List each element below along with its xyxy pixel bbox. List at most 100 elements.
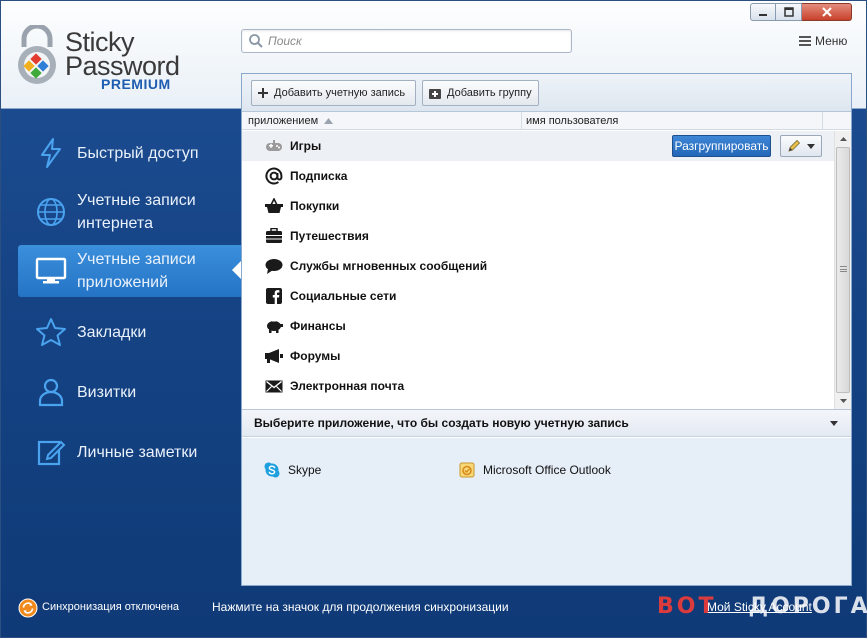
minimize-button[interactable] bbox=[750, 3, 776, 21]
list-item[interactable]: Путешествия bbox=[242, 221, 834, 251]
hamburger-icon bbox=[799, 36, 811, 46]
plus-icon bbox=[258, 88, 268, 98]
app-skype-label: Skype bbox=[288, 463, 322, 477]
app-outlook-label: Microsoft Office Outlook bbox=[483, 463, 611, 477]
scroll-up-button[interactable] bbox=[835, 131, 851, 147]
list-item-label: Социальные сети bbox=[290, 289, 397, 303]
column-application-label: приложением bbox=[248, 115, 319, 127]
sticky-password-window: Sticky Password PREMIUM Меню bbox=[0, 0, 867, 638]
star-icon bbox=[34, 315, 68, 349]
group-list: Игры Разгруппировать Подписка Покупки Пу… bbox=[242, 131, 834, 409]
my-account-link[interactable]: Мой Sticky Account bbox=[707, 600, 812, 614]
sidebar-item-quick-access[interactable]: Быстрый доступ bbox=[18, 127, 241, 179]
sidebar-item-identities[interactable]: Визитки bbox=[18, 366, 241, 418]
close-button[interactable] bbox=[802, 3, 852, 21]
list-item-label: Покупки bbox=[290, 199, 340, 213]
sidebar-item-label: Учетные записи интернета bbox=[77, 192, 196, 232]
list-item[interactable]: Электронная почта bbox=[242, 371, 834, 401]
sidebar-item-label: Учетные записи приложений bbox=[77, 251, 196, 291]
add-group-label: Добавить группу bbox=[447, 87, 532, 99]
edit-menu-button[interactable] bbox=[780, 135, 822, 157]
skype-icon bbox=[264, 462, 280, 478]
sidebar-item-app-accounts[interactable]: Учетные записи приложений bbox=[18, 245, 241, 297]
column-username-label: имя пользователя bbox=[526, 115, 619, 127]
menu-button[interactable]: Меню bbox=[799, 32, 847, 50]
search-box[interactable] bbox=[241, 29, 572, 53]
column-separator[interactable] bbox=[822, 112, 823, 130]
gamepad-icon bbox=[265, 137, 283, 155]
list-item-label: Путешествия bbox=[290, 229, 369, 243]
logo-lock-icon bbox=[18, 25, 56, 84]
envelope-icon bbox=[265, 377, 283, 395]
ungroup-button[interactable]: Разгруппировать bbox=[672, 135, 771, 157]
person-icon bbox=[34, 375, 68, 409]
minimize-icon bbox=[759, 14, 767, 16]
sidebar-item-web-accounts[interactable]: Учетные записи интернета bbox=[18, 186, 241, 238]
list-item-label: Форумы bbox=[290, 349, 341, 363]
main-panel: Добавить учетную запись Добавить группу … bbox=[241, 73, 852, 586]
note-icon bbox=[34, 435, 68, 469]
at-icon bbox=[265, 167, 283, 185]
list-item[interactable]: Социальные сети bbox=[242, 281, 834, 311]
list-item[interactable]: Форумы bbox=[242, 341, 834, 371]
arrow-down-icon bbox=[839, 399, 847, 403]
arrow-up-icon bbox=[839, 137, 847, 141]
window-controls bbox=[750, 3, 854, 23]
column-application[interactable]: приложением bbox=[248, 115, 334, 127]
search-icon bbox=[249, 34, 263, 48]
vertical-scrollbar[interactable] bbox=[834, 131, 851, 409]
scrollbar-grip-icon bbox=[840, 266, 847, 272]
sync-icon[interactable] bbox=[18, 598, 38, 618]
close-icon bbox=[821, 7, 832, 17]
sidebar-item-label: Быстрый доступ bbox=[77, 144, 199, 162]
sidebar-item-label: Личные заметки bbox=[77, 443, 198, 461]
suitcase-icon bbox=[265, 227, 283, 245]
scrollbar-thumb[interactable] bbox=[836, 147, 850, 393]
monitor-icon bbox=[34, 254, 68, 288]
menu-label: Меню bbox=[815, 34, 848, 48]
toolbar: Добавить учетную запись Добавить группу bbox=[242, 74, 851, 112]
list-item[interactable]: Покупки bbox=[242, 191, 834, 221]
list-item-label: Финансы bbox=[290, 319, 346, 333]
sidebar-item-label: Закладки bbox=[77, 323, 147, 341]
basket-icon bbox=[265, 197, 283, 215]
column-separator[interactable] bbox=[521, 112, 522, 130]
list-item-label: Электронная почта bbox=[290, 379, 405, 393]
column-header: приложением имя пользователя bbox=[242, 112, 851, 130]
footer: Синхронизация отключена Нажмите на значо… bbox=[1, 590, 867, 638]
chevron-down-icon bbox=[830, 421, 838, 426]
list-item-label: Службы мгновенных сообщений bbox=[290, 259, 488, 273]
app-outlook[interactable]: Microsoft Office Outlook bbox=[459, 462, 611, 478]
logo-edition: PREMIUM bbox=[101, 76, 171, 92]
list-item-label: Игры bbox=[290, 139, 322, 153]
sidebar-item-bookmarks[interactable]: Закладки bbox=[18, 306, 241, 358]
sidebar: Быстрый доступ Учетные записи интернета … bbox=[1, 110, 241, 590]
choose-application-bar[interactable]: Выберите приложение, что бы создать нову… bbox=[242, 409, 851, 437]
list-item[interactable]: Службы мгновенных сообщений bbox=[242, 251, 834, 281]
piggy-bank-icon bbox=[265, 317, 283, 335]
list-item[interactable]: Игры Разгруппировать bbox=[242, 131, 834, 161]
outlook-icon bbox=[459, 462, 475, 478]
sync-hint: Нажмите на значок для продолжения синхро… bbox=[212, 600, 509, 614]
maximize-icon bbox=[783, 7, 794, 17]
column-username[interactable]: имя пользователя bbox=[526, 115, 618, 127]
sidebar-item-label: Визитки bbox=[77, 383, 137, 401]
lightning-icon bbox=[34, 136, 68, 170]
sync-status: Синхронизация отключена bbox=[42, 601, 180, 613]
scroll-down-button[interactable] bbox=[835, 393, 851, 409]
sort-ascending-icon bbox=[324, 118, 334, 124]
add-group-button[interactable]: Добавить группу bbox=[422, 80, 539, 106]
globe-icon bbox=[34, 195, 68, 229]
logo: Sticky Password PREMIUM bbox=[15, 23, 215, 103]
list-item[interactable]: Финансы bbox=[242, 311, 834, 341]
add-folder-icon bbox=[429, 88, 441, 99]
maximize-button[interactable] bbox=[776, 3, 802, 21]
add-account-button[interactable]: Добавить учетную запись bbox=[251, 80, 416, 106]
app-skype[interactable]: Skype bbox=[264, 462, 321, 478]
list-item[interactable]: Подписка bbox=[242, 161, 834, 191]
list-item-label: Подписка bbox=[290, 169, 348, 183]
chevron-down-icon bbox=[807, 143, 815, 149]
sidebar-item-secure-notes[interactable]: Личные заметки bbox=[18, 426, 241, 478]
search-input[interactable] bbox=[268, 32, 566, 50]
chat-icon bbox=[265, 257, 283, 275]
